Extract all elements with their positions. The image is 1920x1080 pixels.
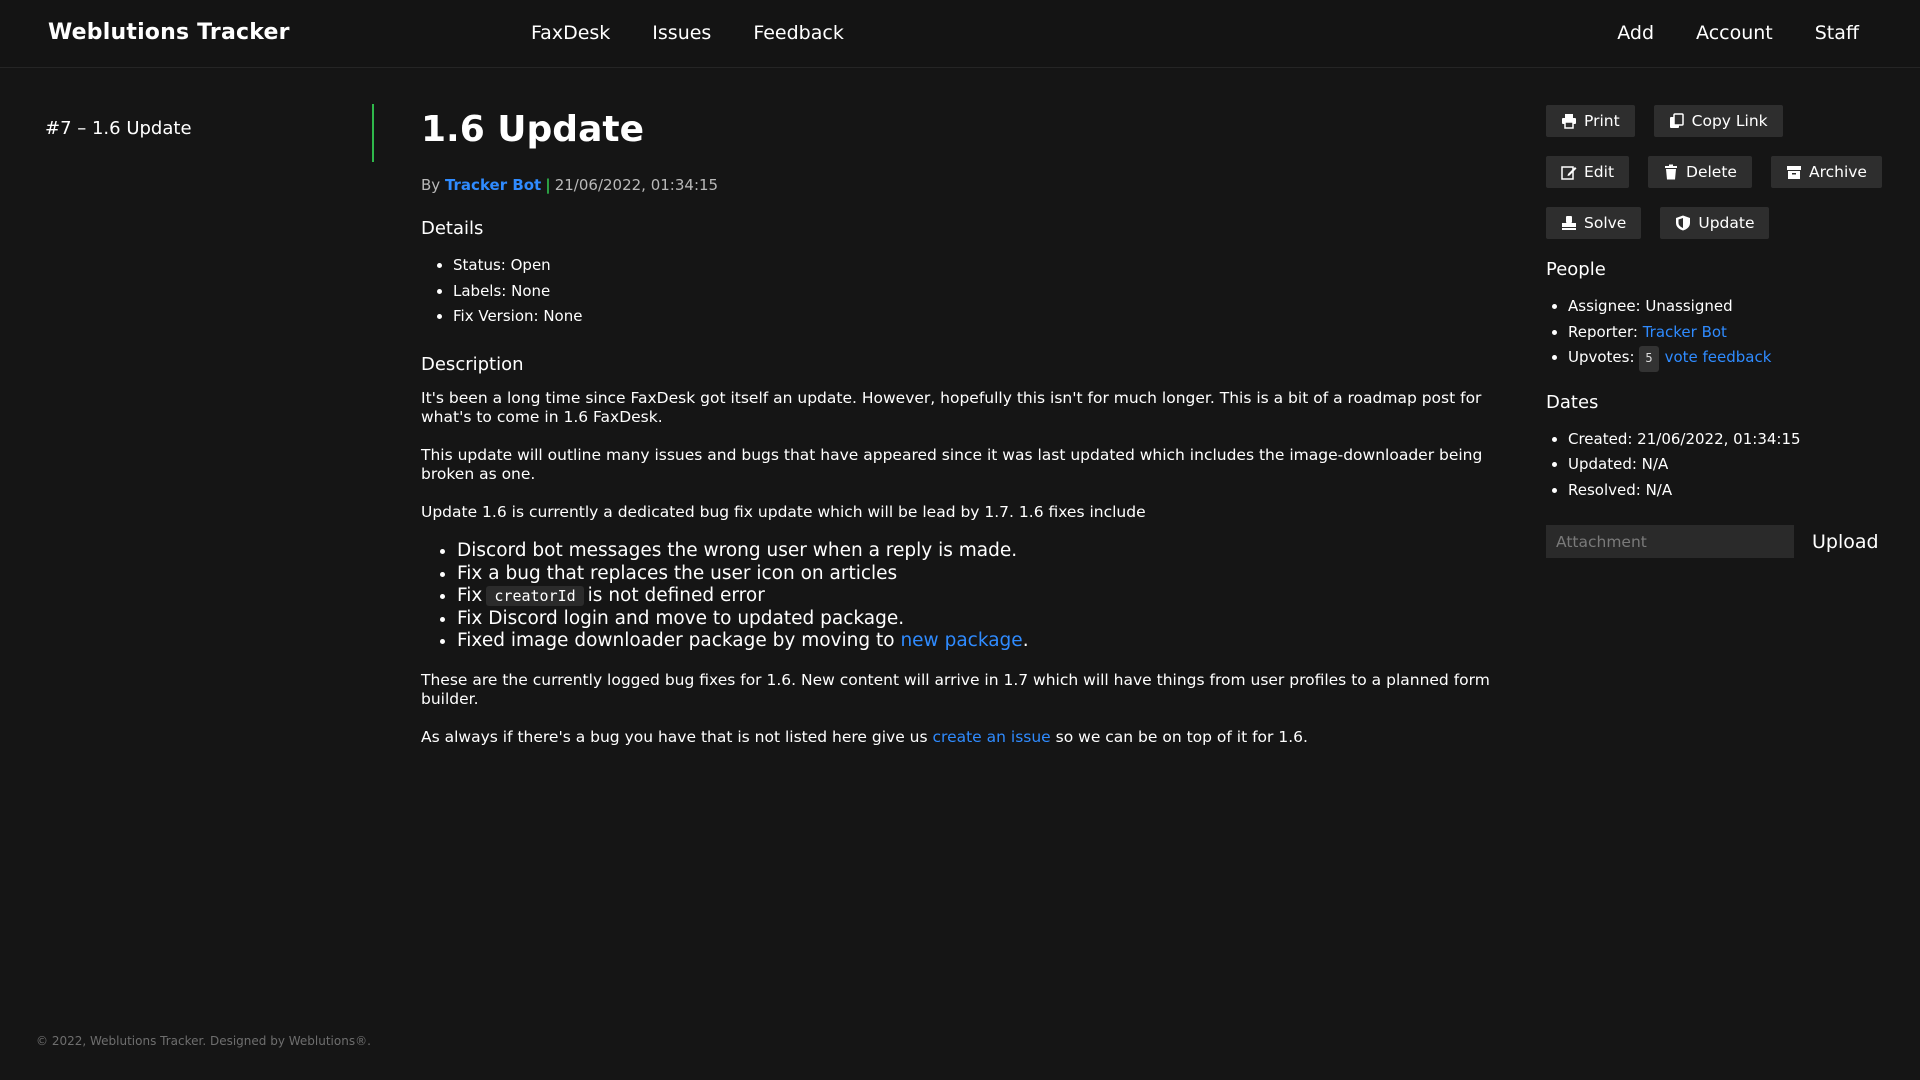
archive-button[interactable]: Archive bbox=[1770, 156, 1882, 188]
fix-text: Fixed image downloader package by moving… bbox=[457, 630, 895, 651]
print-button[interactable]: Print bbox=[1546, 105, 1635, 137]
description-body: It's been a long time since FaxDesk got … bbox=[421, 389, 1501, 748]
sidebar-divider bbox=[372, 104, 374, 162]
issue-actions-panel: Print Copy Link Edit Delete Archive Solv… bbox=[1546, 105, 1886, 558]
printer-icon bbox=[1562, 114, 1576, 129]
description-paragraph: These are the currently logged bug fixes… bbox=[421, 670, 1490, 709]
issue-byline: By Tracker Bot | 21/06/2022, 01:34:15 bbox=[421, 176, 1501, 194]
copy-icon bbox=[1669, 113, 1684, 128]
nav-staff[interactable]: Staff bbox=[1815, 22, 1859, 44]
assignee-item: Assignee: Unassigned bbox=[1568, 294, 1886, 320]
upload-row: Upload bbox=[1546, 525, 1886, 558]
description-paragraph: This update will outline many issues and… bbox=[421, 445, 1483, 484]
fix-item: Fixed image downloader package by moving… bbox=[457, 630, 1501, 653]
description-paragraph: As always if there's a bug you have that… bbox=[421, 728, 1501, 748]
issue-date: 21/06/2022, 01:34:15 bbox=[554, 176, 719, 194]
description-paragraph: Update 1.6 is currently a dedicated bug … bbox=[421, 502, 1146, 521]
archive-icon bbox=[1786, 166, 1801, 179]
nav-feedback[interactable]: Feedback bbox=[753, 22, 843, 44]
inline-code: creatorId bbox=[486, 586, 584, 606]
created-date: Created: 21/06/2022, 01:34:15 bbox=[1568, 427, 1886, 453]
fix-text: . bbox=[1022, 630, 1029, 651]
edit-button[interactable]: Edit bbox=[1546, 156, 1630, 188]
copy-link-button[interactable]: Copy Link bbox=[1653, 105, 1783, 137]
solve-label: Solve bbox=[1584, 214, 1627, 232]
secondary-nav: Add Account Staff bbox=[1617, 22, 1859, 44]
details-list: Status: Open Labels: None Fix Version: N… bbox=[421, 253, 1501, 330]
fix-item: Fix a bug that replaces the user icon on… bbox=[457, 563, 1501, 586]
edit-label: Edit bbox=[1584, 163, 1615, 181]
description-paragraph: It's been a long time since FaxDesk got … bbox=[421, 388, 1482, 427]
footer-copyright: © 2022, Weblutions Tracker. Designed by … bbox=[36, 1034, 371, 1048]
upvotes-label: Upvotes: bbox=[1568, 348, 1635, 366]
stamp-icon bbox=[1562, 216, 1576, 230]
attachment-input[interactable] bbox=[1546, 525, 1794, 558]
nav-account[interactable]: Account bbox=[1696, 22, 1773, 44]
closing-text: so we can be on top of it for 1.6. bbox=[1055, 727, 1308, 746]
reporter-item: Reporter: Tracker Bot bbox=[1568, 320, 1886, 346]
delete-button[interactable]: Delete bbox=[1648, 156, 1752, 188]
dates-list: Created: 21/06/2022, 01:34:15 Updated: N… bbox=[1546, 427, 1886, 504]
edit-icon bbox=[1561, 166, 1577, 180]
update-button[interactable]: Update bbox=[1660, 207, 1770, 239]
detail-status: Status: Open bbox=[453, 253, 1501, 279]
detail-fix-version: Fix Version: None bbox=[453, 304, 1501, 330]
sidebar-item-issue[interactable]: #7 – 1.6 Update bbox=[45, 118, 192, 139]
create-issue-link[interactable]: create an issue bbox=[933, 728, 1051, 746]
new-package-link[interactable]: new package bbox=[900, 630, 1022, 651]
fixes-list: Discord bot messages the wrong user when… bbox=[421, 540, 1501, 653]
fix-item: Fix Discord login and move to updated pa… bbox=[457, 608, 1501, 631]
fix-text: is not defined error bbox=[587, 585, 765, 606]
dates-heading: Dates bbox=[1546, 391, 1599, 413]
closing-text: As always if there's a bug you have that… bbox=[421, 727, 928, 746]
nav-faxdesk[interactable]: FaxDesk bbox=[531, 22, 610, 44]
page-title: 1.6 Update bbox=[421, 109, 644, 150]
top-navbar: Weblutions Tracker FaxDesk Issues Feedba… bbox=[0, 0, 1920, 68]
reporter-label: Reporter: bbox=[1568, 322, 1638, 341]
brand-logo-text[interactable]: Weblutions Tracker bbox=[48, 20, 290, 45]
upvotes-item: Upvotes: 5 vote feedback bbox=[1568, 345, 1886, 372]
description-heading: Description bbox=[421, 353, 524, 375]
upload-button[interactable]: Upload bbox=[1806, 530, 1885, 554]
byline-separator: | bbox=[545, 176, 551, 194]
nav-add[interactable]: Add bbox=[1617, 22, 1654, 44]
archive-label: Archive bbox=[1808, 163, 1867, 181]
fix-item: FixcreatorIdis not defined error bbox=[457, 585, 1501, 608]
people-heading: People bbox=[1546, 259, 1606, 280]
details-heading: Details bbox=[421, 218, 484, 239]
fix-text: Fix bbox=[457, 585, 483, 606]
delete-label: Delete bbox=[1686, 163, 1737, 181]
copy-link-label: Copy Link bbox=[1691, 112, 1768, 130]
solve-button[interactable]: Solve bbox=[1546, 207, 1642, 239]
print-label: Print bbox=[1584, 112, 1620, 130]
fix-item: Discord bot messages the wrong user when… bbox=[457, 540, 1501, 563]
by-label: By bbox=[421, 176, 441, 194]
shield-icon bbox=[1676, 215, 1691, 231]
trash-icon bbox=[1665, 164, 1678, 180]
updated-date: Updated: N/A bbox=[1568, 452, 1886, 478]
upvote-count-badge: 5 bbox=[1639, 346, 1659, 372]
primary-nav: FaxDesk Issues Feedback bbox=[531, 22, 844, 44]
author-link[interactable]: Tracker Bot bbox=[445, 176, 541, 194]
update-label: Update bbox=[1698, 214, 1755, 232]
detail-labels: Labels: None bbox=[453, 279, 1501, 305]
issue-content: 1.6 Update By Tracker Bot | 21/06/2022, 01… bbox=[421, 104, 1501, 765]
vote-feedback-link[interactable]: vote feedback bbox=[1665, 348, 1772, 366]
nav-issues[interactable]: Issues bbox=[652, 22, 711, 44]
resolved-date: Resolved: N/A bbox=[1568, 478, 1886, 504]
reporter-link[interactable]: Tracker Bot bbox=[1643, 323, 1727, 341]
people-list: Assignee: Unassigned Reporter: Tracker B… bbox=[1546, 294, 1886, 372]
